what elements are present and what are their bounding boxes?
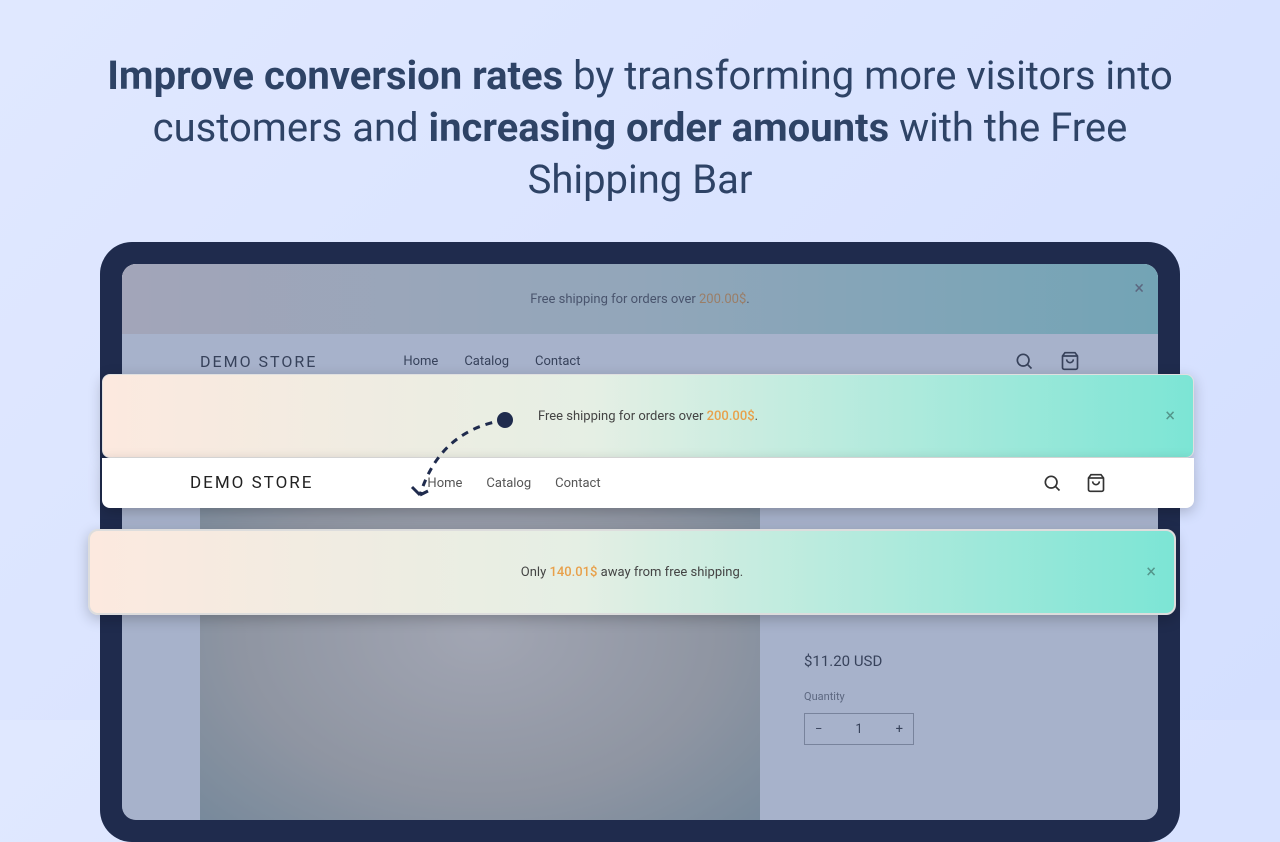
nav-home[interactable]: Home	[403, 354, 438, 369]
search-icon[interactable]	[1042, 473, 1062, 493]
store-logo[interactable]: DEMO STORE	[190, 473, 313, 493]
headline-bold-1: Improve conversion rates	[107, 52, 563, 99]
qty-plus-button[interactable]: +	[896, 722, 903, 737]
bg-banner-amount: 200.00$	[699, 292, 746, 307]
nav-contact[interactable]: Contact	[535, 354, 580, 369]
bg-banner-text: Free shipping for orders over 200.00$.	[530, 292, 749, 307]
shipping-bar-progress-text: Only 140.01$ away from free shipping.	[521, 565, 743, 580]
overlay-navbar: DEMO STORE Home Catalog Contact	[102, 458, 1194, 508]
nav-contact[interactable]: Contact	[555, 476, 600, 491]
shipping-bar-progress-amount: 140.01$	[549, 565, 597, 580]
close-icon[interactable]: ×	[1134, 278, 1144, 299]
shipping-bar-initial-amount: 200.00$	[707, 409, 755, 424]
quantity-stepper: − 1 +	[804, 713, 914, 745]
nav-home[interactable]: Home	[427, 476, 462, 491]
shipping-bar-initial: Free shipping for orders over 200.00$. ×	[102, 374, 1194, 458]
store-logo[interactable]: DEMO STORE	[200, 352, 317, 371]
cart-icon[interactable]	[1060, 351, 1080, 371]
nav-catalog[interactable]: Catalog	[464, 354, 509, 369]
headline: Improve conversion rates by transforming…	[0, 0, 1280, 236]
nav-catalog[interactable]: Catalog	[486, 476, 531, 491]
quantity-label: Quantity	[804, 690, 914, 703]
arrow-start-dot	[497, 412, 513, 428]
cart-icon[interactable]	[1086, 473, 1106, 493]
shipping-bar-initial-text: Free shipping for orders over 200.00$.	[538, 409, 758, 424]
search-icon[interactable]	[1014, 351, 1034, 371]
close-icon[interactable]: ×	[1165, 406, 1175, 427]
product-price: $11.20 USD	[804, 652, 914, 670]
shipping-bar-progress: Only 140.01$ away from free shipping. ×	[88, 529, 1176, 615]
close-icon[interactable]: ×	[1146, 562, 1156, 583]
background-shipping-banner: Free shipping for orders over 200.00$. ×	[122, 264, 1158, 334]
headline-bold-2: increasing order amounts	[429, 104, 890, 151]
qty-minus-button[interactable]: −	[815, 722, 822, 737]
qty-value: 1	[855, 722, 862, 737]
